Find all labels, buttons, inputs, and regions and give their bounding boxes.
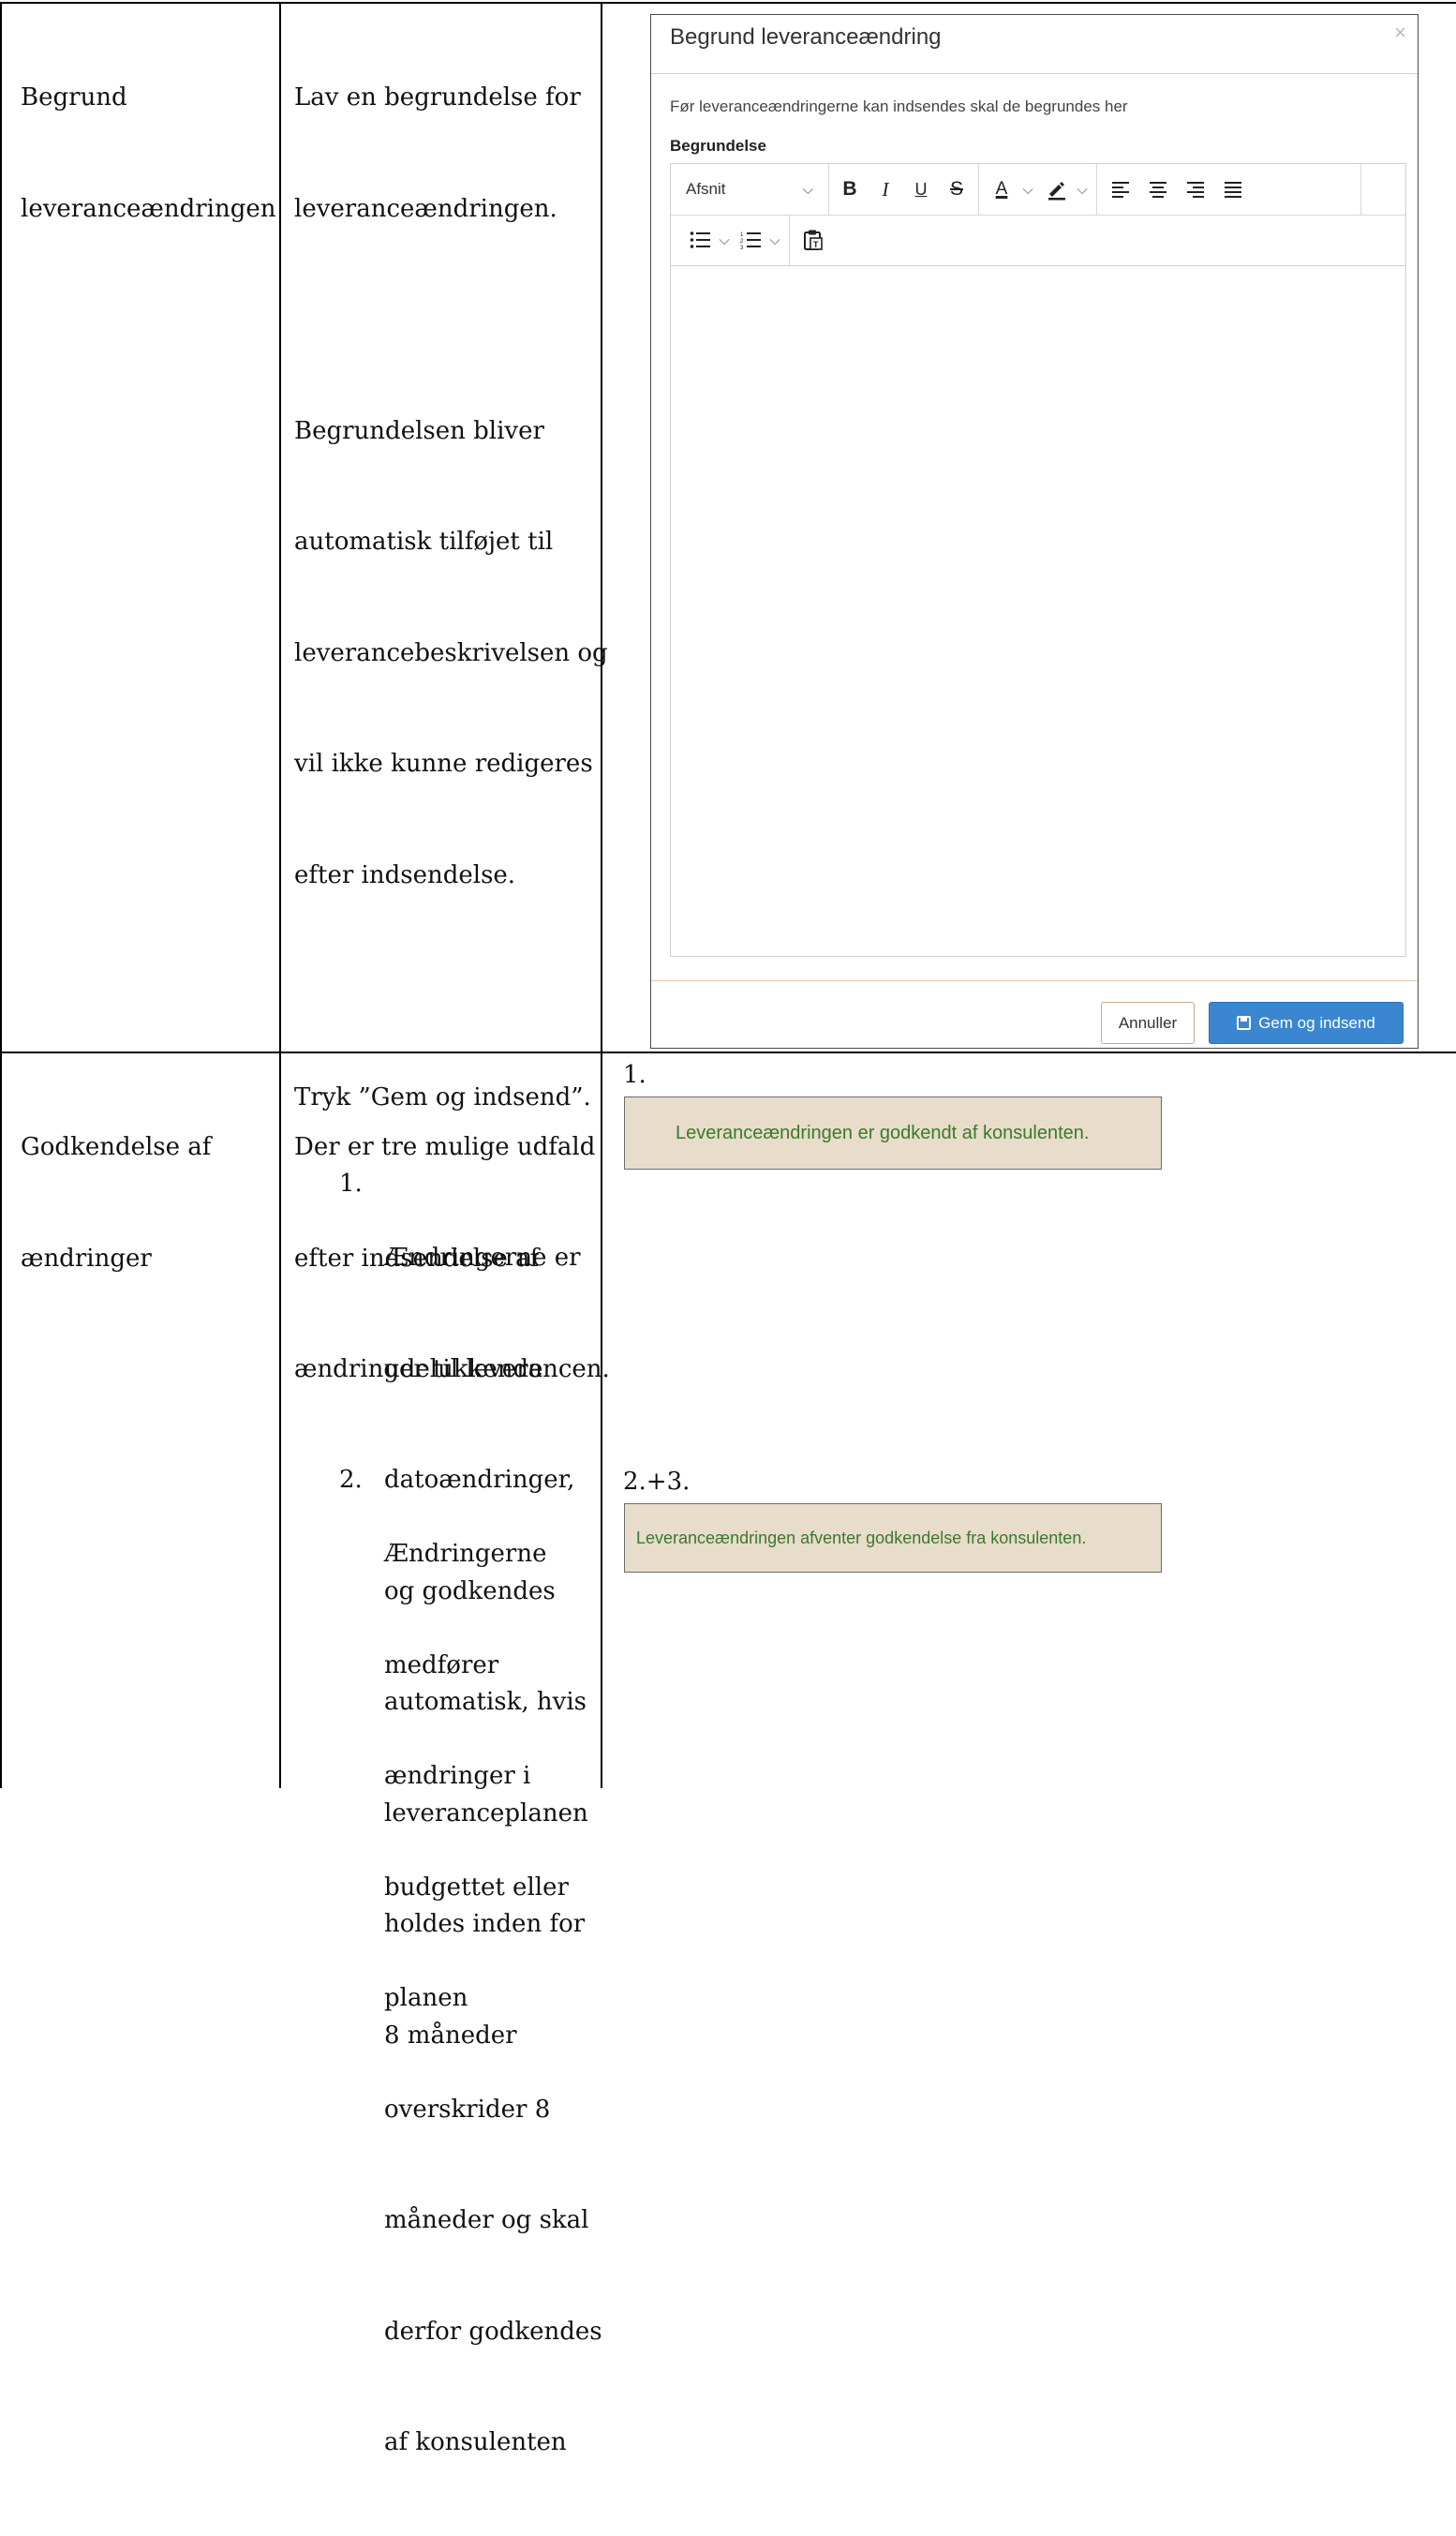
pending-banner: Leveranceændringen afventer godkendelse … [624,1503,1162,1573]
approved-banner-text: Leveranceændringen er godkendt af konsul… [676,1122,1090,1143]
outcome-label-1: 1. [623,1061,646,1089]
row1-desc-line: Lav en begrundelse for [294,83,581,112]
paste-as-text-icon[interactable]: T [795,215,832,265]
list-item-text: Ændringerne medfører ændringer i budgett… [384,1462,665,2536]
numbered-list-icon[interactable]: 123 [735,215,766,265]
align-left-svg [1112,182,1129,198]
save-button-label: Gem og indsend [1258,1013,1375,1032]
table-border-top [0,2,1456,4]
list-line: planen [384,1984,468,2012]
align-right-svg [1187,182,1204,198]
align-right-icon[interactable] [1177,164,1214,215]
table-border-col1 [279,2,281,1788]
chevron-down-icon[interactable]: ⌵ [766,215,783,265]
bullet-list-icon[interactable] [684,215,716,265]
table-border-left [0,2,2,1788]
toolbar-separator [978,164,979,215]
cancel-button[interactable]: Annuller [1101,1002,1195,1044]
toolbar-separator [1096,164,1097,215]
row1-desc-line [294,968,608,1006]
toolbar-separator [1360,164,1361,215]
highlighter-svg [1048,182,1065,201]
align-left-icon[interactable] [1102,164,1139,215]
row1-description: Lav en begrundelse for leveranceændringe… [294,6,608,1190]
editor-toolbar-row-2: ⌵ 123 ⌵ T [671,215,1405,266]
chevron-down-icon[interactable]: ⌵ [1019,164,1036,215]
row2-title: Godkendelse af ændringer [21,1055,211,1351]
table-border-row-divider [0,1052,1456,1053]
toolbar-separator [789,215,790,265]
row2-title-line: ændringer [21,1244,152,1273]
list-line: Ændringerne er [384,1244,581,1272]
align-justify-svg [1225,182,1241,198]
svg-text:T: T [813,240,819,249]
row1-desc-line: Begrundelsen bliver [294,416,544,445]
cancel-button-label: Annuller [1118,1013,1178,1032]
modal-hint-text: Før leveranceændringerne kan indsendes s… [670,97,1128,115]
list-line: budgettet eller [384,1872,569,1902]
font-color-icon[interactable]: A [982,164,1021,215]
justification-label: Begrundelse [670,137,766,155]
rich-text-editor: Afsnit ⌵ B I U S A ⌵ ⌵ ⌵ 1 2 3 ⌵ T [670,163,1406,957]
row1-title: Begrund leveranceændringen [21,6,276,302]
bullet-list-svg [690,231,710,248]
row1-desc-line: efter indsendelse. [294,860,516,889]
numbered-list-svg: 123 [740,232,761,249]
align-center-icon[interactable] [1139,164,1177,215]
approved-banner: Leveranceændringen er godkendt af konsul… [624,1096,1162,1170]
strikethrough-icon[interactable]: S [939,164,974,215]
row1-desc-line [294,302,608,339]
list-line: af konsulenten [384,2428,567,2456]
block-format-select[interactable]: Afsnit ⌵ [671,164,828,215]
list-line: måneder og skal [384,2206,589,2234]
list-line: ændringer i [384,1762,531,1790]
row1-desc-line: leverancebeskrivelsen og [294,638,608,667]
row2-title-line: Godkendelse af [21,1133,212,1161]
modal-header-divider [651,73,1418,74]
toolbar-separator [828,164,829,215]
underline-icon[interactable]: U [903,164,939,215]
editor-toolbar-row-1: Afsnit ⌵ B I U S A ⌵ ⌵ [671,164,1405,216]
italic-icon[interactable]: I [868,164,903,215]
list-line: medfører [384,1650,499,1679]
bold-icon[interactable]: B [832,164,868,215]
editor-content-area[interactable] [671,267,1405,956]
align-justify-icon[interactable] [1214,164,1252,215]
modal-title: Begrund leveranceændring [670,24,942,50]
list-line: udelukkende [384,1354,543,1383]
floppy-disk-icon [1237,1016,1252,1030]
list-line: Ændringerne [384,1540,547,1568]
align-center-svg [1150,182,1166,198]
row1-desc-line: vil ikke kunne redigeres [294,750,593,778]
pending-banner-text: Leveranceændringen afventer godkendelse … [636,1528,1087,1547]
row2-intro-line: Der er tre mulige udfald [294,1133,596,1161]
svg-text:3: 3 [740,246,744,249]
highlight-icon[interactable] [1038,164,1076,215]
list-item-number: 1. [339,1170,363,1198]
outcome-label-2: 2.+3. [623,1468,691,1496]
list-line: derfor godkendes [384,2317,602,2346]
close-icon[interactable]: × [1394,21,1406,45]
chevron-down-icon: ⌵ [802,181,813,198]
clipboard-svg: T [804,230,823,250]
row1-desc-line: automatisk tilføjet til [294,528,554,556]
svg-text:1: 1 [740,232,744,238]
chevron-down-icon[interactable]: ⌵ [1074,164,1091,215]
list-line: overskrider 8 [384,2095,551,2124]
list-item-number: 2. [339,1466,363,1494]
row1-title-line: Begrund [21,83,127,112]
svg-text:2: 2 [740,239,744,245]
row1-desc-line: leveranceændringen. [294,194,557,223]
chevron-down-icon[interactable]: ⌵ [716,215,733,265]
justify-change-modal: Begrund leveranceændring × Før leverance… [650,14,1419,1049]
row1-title-line: leveranceændringen [21,194,276,223]
block-format-value: Afsnit [686,180,726,198]
modal-footer-divider [651,980,1418,981]
save-and-submit-button[interactable]: Gem og indsend [1209,1002,1404,1044]
